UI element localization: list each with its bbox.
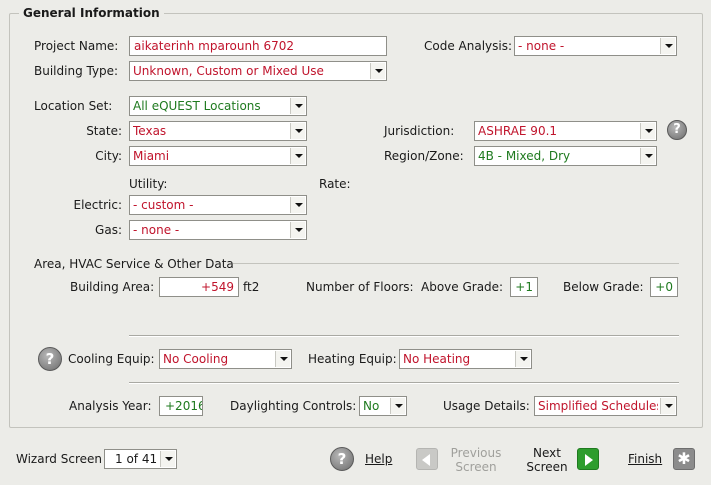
project-name-input[interactable]: aikaterinh mparounh 6702 [129,36,387,56]
chevron-down-icon[interactable] [370,63,385,79]
wizard-screen-select[interactable]: 1 of 41 [104,449,177,469]
previous-screen-arrow-icon[interactable] [416,448,438,470]
state-label: State: [86,124,122,138]
code-analysis-label: Code Analysis: [424,39,513,53]
city-value: Miami [133,149,170,163]
code-analysis-select[interactable]: - none - [514,36,677,56]
chevron-down-icon[interactable] [275,351,290,367]
usage-details-label: Usage Details: [443,399,530,413]
chevron-down-icon[interactable] [515,351,530,367]
finish-button[interactable]: Finish [628,452,662,466]
finish-icon[interactable]: ✱ [673,448,695,470]
region-zone-select[interactable]: 4B - Mixed, Dry [474,146,657,166]
rate-header: Rate: [319,177,351,191]
chevron-down-icon[interactable] [290,222,305,238]
below-grade-input[interactable]: +0 [650,277,678,297]
chevron-down-icon[interactable] [160,451,175,467]
gas-utility-select[interactable]: - none - [129,220,307,240]
jurisdiction-help-icon[interactable]: ? [667,120,687,140]
above-grade-label: Above Grade: [421,280,504,294]
below-grade-label: Below Grade: [563,280,644,294]
electric-label: Electric: [73,198,122,212]
chevron-down-icon[interactable] [290,123,305,139]
project-name-label: Project Name: [34,39,119,53]
section-divider [233,263,679,264]
electric-utility-value: - custom - [133,198,194,212]
analysis-year-input[interactable]: +2016 [159,396,203,416]
previous-line2: Screen [455,460,497,474]
floors-label: Number of Floors: [306,280,414,294]
usage-details-value: Simplified Schedules [538,399,658,413]
chevron-down-icon[interactable] [640,148,655,164]
electric-utility-select[interactable]: - custom - [129,195,307,215]
chevron-down-icon[interactable] [290,197,305,213]
heating-label: Heating Equip: [308,352,397,366]
jurisdiction-select[interactable]: ASHRAE 90.1 [474,121,657,141]
chevron-down-icon[interactable] [290,98,305,114]
chevron-down-icon[interactable] [390,398,405,414]
chevron-down-icon[interactable] [660,398,675,414]
region-zone-label: Region/Zone: [384,149,464,163]
above-grade-input[interactable]: +1 [510,277,538,297]
utility-header: Utility: [129,177,168,191]
chevron-down-icon[interactable] [640,123,655,139]
state-select[interactable]: Texas [129,121,307,141]
previous-screen-button[interactable]: Previous Screen [446,446,506,474]
chevron-down-icon[interactable] [660,38,675,54]
next-line1: Next [533,446,561,460]
city-label: City: [95,149,122,163]
next-line2: Screen [526,460,568,474]
daylighting-select[interactable]: No [359,396,407,416]
building-area-label: Building Area: [70,280,155,294]
help-icon[interactable]: ? [330,447,354,471]
cooling-equip-value: No Cooling [163,352,229,366]
next-screen-button[interactable]: Next Screen [522,446,572,474]
region-zone-value: 4B - Mixed, Dry [478,149,571,163]
state-value: Texas [133,124,167,138]
hvac-divider [129,335,679,337]
chevron-down-icon[interactable] [290,148,305,164]
jurisdiction-value: ASHRAE 90.1 [478,124,558,138]
daylighting-label: Daylighting Controls: [230,399,357,413]
building-area-unit: ft2 [243,280,260,294]
analysis-divider [129,382,679,384]
building-area-input[interactable]: +549 [159,277,239,297]
city-select[interactable]: Miami [129,146,307,166]
next-screen-arrow-icon[interactable] [577,448,599,470]
gas-utility-value: - none - [133,223,180,237]
help-link[interactable]: Help [365,452,392,466]
building-type-value: Unknown, Custom or Mixed Use [133,64,324,78]
group-title: General Information [19,6,164,21]
building-type-select[interactable]: Unknown, Custom or Mixed Use [129,61,387,81]
previous-line1: Previous [450,446,502,460]
usage-details-select[interactable]: Simplified Schedules [534,396,677,416]
heating-equip-value: No Heating [403,352,471,366]
area-section-title: Area, HVAC Service & Other Data [34,257,234,271]
location-set-label: Location Set: [34,99,113,113]
gas-label: Gas: [95,223,122,237]
building-type-label: Building Type: [34,64,119,78]
cooling-label: Cooling Equip: [68,352,155,366]
code-analysis-value: - none - [518,39,565,53]
cooling-equip-select[interactable]: No Cooling [159,349,292,369]
wizard-screen-value: 1 of 41 [115,452,158,466]
jurisdiction-label: Jurisdiction: [384,124,455,138]
daylighting-value: No [363,399,380,413]
location-set-select[interactable]: All eQUEST Locations [129,96,307,116]
wizard-screen-label: Wizard Screen [16,452,102,466]
heating-equip-select[interactable]: No Heating [399,349,532,369]
hvac-help-icon[interactable]: ? [38,347,62,371]
location-set-value: All eQUEST Locations [133,99,261,113]
analysis-year-label: Analysis Year: [69,399,152,413]
